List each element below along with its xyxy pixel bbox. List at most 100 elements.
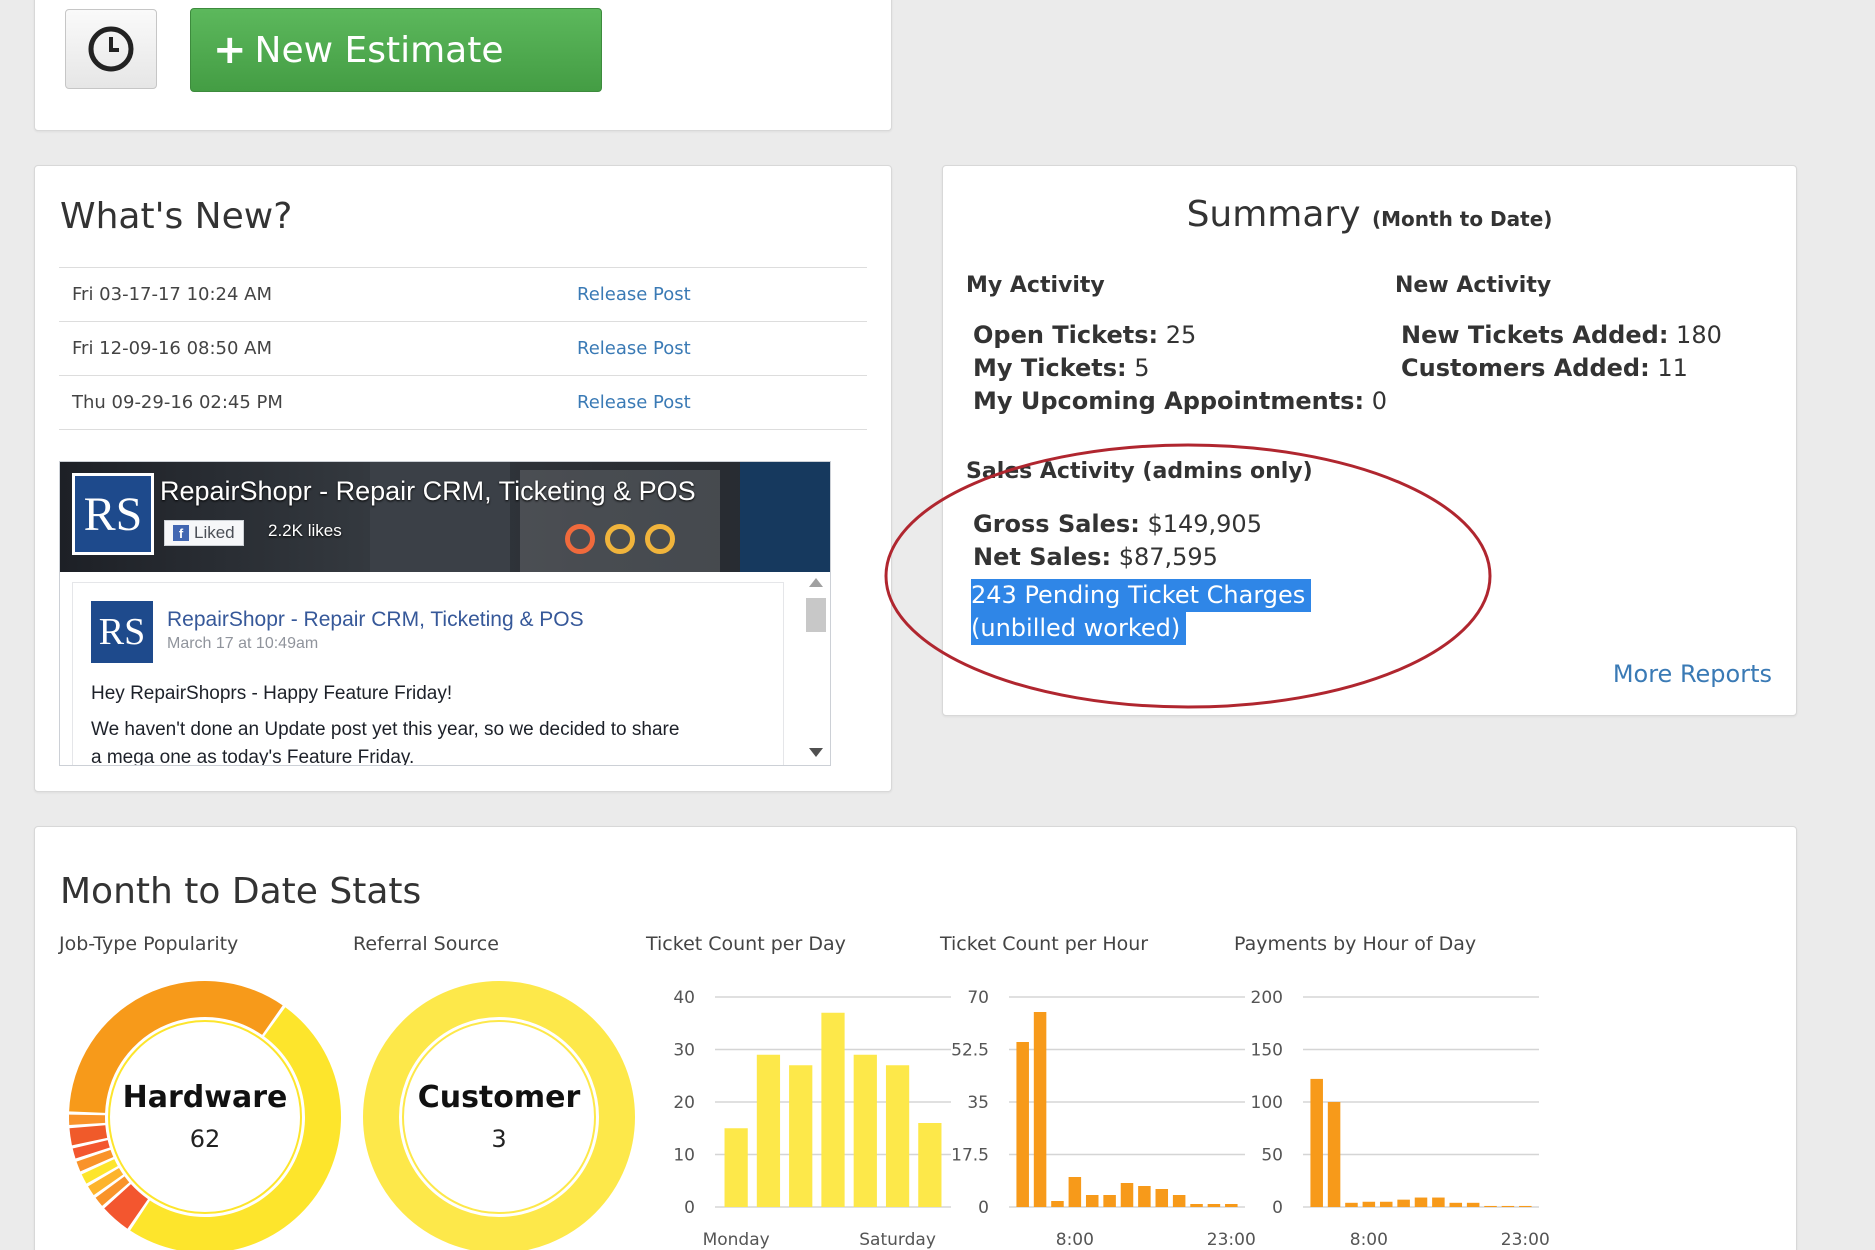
bar[interactable] xyxy=(1449,1202,1463,1207)
month-stats-panel: Month to Date Stats Job-Type Popularity … xyxy=(34,826,1797,1250)
stat-value: 5 xyxy=(1126,354,1150,382)
bar[interactable] xyxy=(1016,1042,1029,1207)
my-activity-title: My Activity xyxy=(966,273,1105,298)
bar[interactable] xyxy=(1190,1204,1203,1207)
post-text: Hey RepairShoprs - Happy Feature Friday! xyxy=(91,683,453,704)
clock-icon xyxy=(88,26,134,72)
customers-added-stat[interactable]: Customers Added: 11 xyxy=(1401,354,1688,382)
scroll-down-arrow-icon[interactable] xyxy=(809,748,823,757)
bar[interactable] xyxy=(1519,1205,1532,1207)
whats-new-panel: What's New? Fri 03-17-17 10:24 AM Releas… xyxy=(34,165,892,792)
pending-ticket-charges-link[interactable]: 243 Pending Ticket Charges (unbilled wor… xyxy=(971,579,1312,645)
bar[interactable] xyxy=(853,1054,877,1207)
bar[interactable] xyxy=(724,1128,748,1207)
bar[interactable] xyxy=(1033,1012,1047,1207)
timer-button[interactable] xyxy=(65,9,157,89)
stat-label: Gross Sales: xyxy=(973,510,1140,538)
post-author[interactable]: RepairShopr - Repair CRM, Ticketing & PO… xyxy=(167,608,584,632)
upcoming-appointments-stat[interactable]: My Upcoming Appointments: 0 xyxy=(973,387,1387,415)
stat-value: 180 xyxy=(1668,321,1722,349)
bar[interactable] xyxy=(821,1012,845,1207)
release-post-link[interactable]: Release Post xyxy=(577,392,691,413)
stat-value: 11 xyxy=(1649,354,1688,382)
ticket-per-hour-bar-chart: 017.53552.5708:00 23:00 xyxy=(951,988,1256,1250)
more-reports-link[interactable]: More Reports xyxy=(1613,660,1772,688)
pending-charges-line: 243 Pending Ticket Charges xyxy=(971,579,1312,612)
bar[interactable] xyxy=(1155,1189,1169,1207)
chart-title: Ticket Count per Day xyxy=(646,933,846,955)
new-estimate-button[interactable]: + New Estimate xyxy=(190,8,602,92)
pie-slice[interactable] xyxy=(130,1007,341,1250)
pie-slice[interactable] xyxy=(69,1114,106,1126)
release-post-link[interactable]: Release Post xyxy=(577,338,691,359)
release-table: Fri 03-17-17 10:24 AM Release Post Fri 1… xyxy=(59,267,867,430)
chart-title: Payments by Hour of Day xyxy=(1234,933,1477,955)
bar[interactable] xyxy=(1484,1205,1497,1207)
post-timestamp[interactable]: March 17 at 10:49am xyxy=(167,635,318,653)
facebook-feed[interactable]: RS RepairShopr - Repair CRM, Ticketing &… xyxy=(60,572,830,766)
y-tick-label: 150 xyxy=(1251,1041,1283,1061)
stat-value: 25 xyxy=(1158,321,1197,349)
x-tick-label: 8:00 xyxy=(1350,1230,1388,1250)
bar[interactable] xyxy=(1225,1204,1238,1207)
bar[interactable] xyxy=(1397,1199,1410,1207)
post-avatar[interactable]: RS xyxy=(91,601,153,663)
bar[interactable] xyxy=(918,1123,942,1207)
stat-label: Customers Added: xyxy=(1401,354,1650,382)
post-text: We haven't done an Update post yet this … xyxy=(91,719,680,740)
bar[interactable] xyxy=(1310,1078,1323,1207)
net-sales-stat: Net Sales: $87,595 xyxy=(973,543,1218,571)
post-text: a mega one as today's Feature Friday. xyxy=(91,747,415,766)
facebook-page-widget: RS RepairShopr - Repair CRM, Ticketing &… xyxy=(59,461,831,766)
summary-subtitle: (Month to Date) xyxy=(1372,207,1553,231)
bar[interactable] xyxy=(1501,1205,1515,1207)
bar[interactable] xyxy=(1432,1197,1445,1207)
bar[interactable] xyxy=(1466,1202,1480,1207)
facebook-icon: f xyxy=(173,525,189,541)
stat-value: 0 xyxy=(1364,387,1387,415)
table-row: Fri 12-09-16 08:50 AM Release Post xyxy=(59,322,867,376)
scroll-thumb[interactable] xyxy=(806,598,826,632)
ticket-per-day-bar-chart: 0 10 20 30 40 Monday Saturday xyxy=(673,988,951,1250)
release-post-link[interactable]: Release Post xyxy=(577,284,691,305)
plus-icon: + xyxy=(213,27,247,73)
x-tick-label: 8:00 xyxy=(1056,1230,1094,1250)
bar[interactable] xyxy=(1345,1202,1358,1207)
bar[interactable] xyxy=(885,1065,910,1207)
bar[interactable] xyxy=(789,1065,813,1207)
table-row: Thu 09-29-16 02:45 PM Release Post xyxy=(59,376,867,430)
feed-scrollbar[interactable] xyxy=(800,572,830,765)
bar[interactable] xyxy=(1085,1195,1099,1207)
new-tickets-stat[interactable]: New Tickets Added: 180 xyxy=(1401,321,1722,349)
summary-panel: Summary (Month to Date) My Activity Open… xyxy=(942,165,1797,716)
y-tick-label: 200 xyxy=(1251,988,1283,1008)
summary-heading: Summary xyxy=(1186,194,1361,235)
bar[interactable] xyxy=(1068,1177,1082,1207)
open-tickets-stat[interactable]: Open Tickets: 25 xyxy=(973,321,1196,349)
bar[interactable] xyxy=(1120,1183,1134,1207)
release-date: Thu 09-29-16 02:45 PM xyxy=(72,392,283,413)
repairshopr-logo: RS xyxy=(72,473,154,555)
bar[interactable] xyxy=(1379,1201,1393,1207)
bar[interactable] xyxy=(1138,1186,1151,1207)
stat-label: Open Tickets: xyxy=(973,321,1159,349)
referral-source-donut-chart: Customer 3 xyxy=(363,981,635,1250)
bar[interactable] xyxy=(1172,1195,1186,1207)
bar[interactable] xyxy=(1103,1195,1116,1207)
bar[interactable] xyxy=(1051,1201,1064,1207)
facebook-liked-button[interactable]: f Liked xyxy=(164,520,244,546)
bar[interactable] xyxy=(1362,1201,1376,1207)
bar[interactable] xyxy=(756,1054,781,1207)
y-tick-label: 52.5 xyxy=(951,1041,989,1061)
bar[interactable] xyxy=(1207,1204,1221,1207)
bar[interactable] xyxy=(1414,1197,1428,1207)
facebook-page-name[interactable]: RepairShopr - Repair CRM, Ticketing & PO… xyxy=(160,476,696,507)
chart-title: Job-Type Popularity xyxy=(59,933,239,955)
my-tickets-stat[interactable]: My Tickets: 5 xyxy=(973,354,1150,382)
scroll-up-arrow-icon[interactable] xyxy=(809,578,823,587)
stat-label: My Upcoming Appointments: xyxy=(973,387,1365,415)
donut-center-label: Customer xyxy=(418,1080,581,1115)
pie-slice[interactable] xyxy=(363,981,635,1250)
bar[interactable] xyxy=(1327,1102,1341,1207)
donut-center-value: 3 xyxy=(491,1125,506,1153)
